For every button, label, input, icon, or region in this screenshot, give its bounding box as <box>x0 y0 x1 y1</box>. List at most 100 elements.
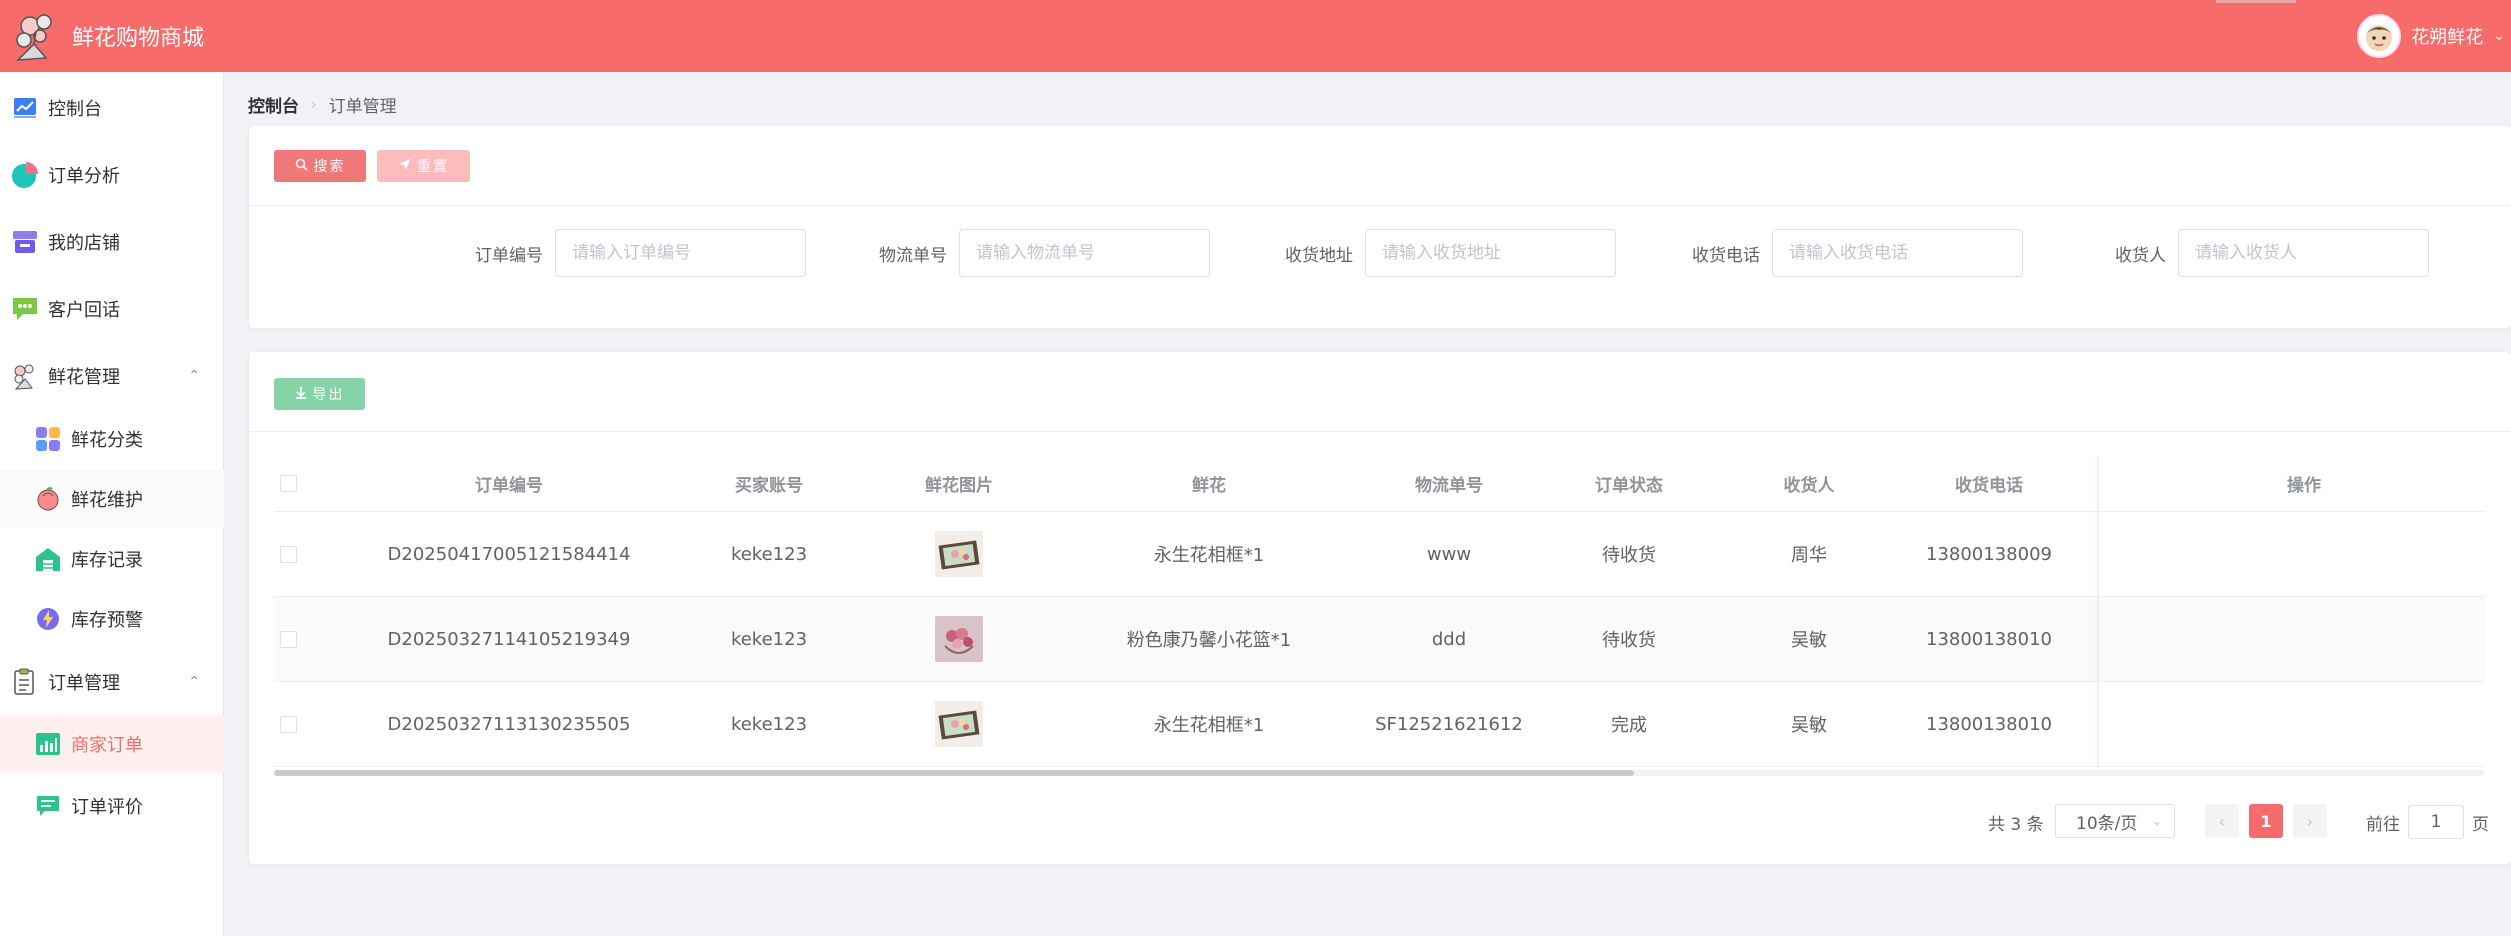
pie-chart-icon <box>10 160 40 190</box>
export-button-label: 导出 <box>312 386 345 402</box>
filter-label: 收货地址 <box>1285 245 1353 266</box>
next-page-button[interactable]: › <box>2293 804 2327 838</box>
sidebar-item-label: 客户回话 <box>48 300 120 321</box>
goto-page-input[interactable] <box>2408 805 2464 839</box>
buyer-cell: keke123 <box>730 628 808 650</box>
image-cell <box>859 597 1059 681</box>
avatar[interactable] <box>2357 14 2402 58</box>
download-icon <box>295 386 307 402</box>
chevron-down-icon[interactable]: ⌄ <box>2493 28 2505 44</box>
chevron-up-icon: ⌃ <box>188 368 200 384</box>
sidebar-item-label: 控制台 <box>48 99 102 120</box>
frame-bouquet-image[interactable] <box>935 701 983 747</box>
order-no-cell: D2025041700512158441​4 <box>387 543 631 565</box>
tracking-cell: SF12521621612 <box>1375 713 1523 735</box>
phone-input[interactable] <box>1772 229 2023 277</box>
chevron-right-icon: › <box>2306 811 2314 831</box>
image-cell <box>859 512 1059 596</box>
column-header[interactable]: 订单编号 <box>339 456 679 511</box>
column-header[interactable]: 操作 <box>2124 456 2484 511</box>
sidebar-item-order-management[interactable]: 订单管理 ⌃ <box>0 653 224 711</box>
table-row[interactable]: D2025041700512158441​4 keke123 永生花相框*1 w… <box>274 512 2485 597</box>
bar-chart-icon <box>33 729 63 759</box>
column-header[interactable]: 鲜花图片 <box>859 456 1059 511</box>
filter-tracking-no: 物流单号 <box>861 229 1210 277</box>
app-title: 鲜花购物商城 <box>72 26 205 51</box>
receiver-input[interactable] <box>2178 229 2429 277</box>
pink-basket-image[interactable] <box>935 616 983 662</box>
clipboard-icon <box>10 667 40 697</box>
flower-cell: 永生花相框*1 <box>1153 545 1265 566</box>
filter-label: 收货电话 <box>1692 245 1760 266</box>
status-cell: 完成 <box>1611 715 1647 736</box>
table-row[interactable]: D20250327114105219349 keke123 粉色康乃馨小花篮*1… <box>274 597 2485 682</box>
row-checkbox[interactable] <box>279 630 297 648</box>
filter-receiver: 收货人 <box>2080 229 2429 277</box>
row-select-cell <box>274 682 302 766</box>
breadcrumb-root[interactable]: 控制台 <box>248 92 299 117</box>
phone-cell: 13800138009 <box>1926 543 2052 565</box>
reset-button-label: 重置 <box>417 158 449 174</box>
sidebar-item-flower-maintenance[interactable]: 鲜花维护 <box>0 470 224 528</box>
page-number-button[interactable]: 1 <box>2249 804 2283 838</box>
column-header[interactable]: 订单状态 <box>1539 456 1719 511</box>
select-all-cell <box>274 456 302 511</box>
column-header[interactable]: 物流单号 <box>1359 456 1539 511</box>
buyer-cell: keke123 <box>730 543 808 565</box>
phone-cell: 13800138010 <box>1926 713 2052 735</box>
filter-phone: 收货电话 <box>1674 229 2023 277</box>
sidebar-item-flower-category[interactable]: 鲜花分类 <box>0 410 224 468</box>
flower-logo-icon <box>0 0 72 72</box>
fixed-column-divider <box>2097 456 2099 768</box>
tracking-no-input[interactable] <box>959 229 1210 277</box>
sidebar-item-inventory-alert[interactable]: 库存预警 <box>0 590 224 648</box>
sidebar-item-customer-chat[interactable]: 客户回话 <box>0 280 224 338</box>
sidebar-item-label: 鲜花分类 <box>71 430 143 451</box>
row-checkbox[interactable] <box>279 715 297 733</box>
sidebar-item-order-analysis[interactable]: 订单分析 <box>0 146 224 204</box>
filter-label: 物流单号 <box>879 245 947 266</box>
page-size-value: 10条/页 <box>2076 813 2138 834</box>
column-header[interactable]: 收货人 <box>1719 456 1899 511</box>
order-no-input[interactable] <box>555 229 806 277</box>
status-cell: 待收货 <box>1602 630 1656 651</box>
sidebar-item-inventory-record[interactable]: 库存记录 <box>0 530 224 588</box>
address-input[interactable] <box>1365 229 1616 277</box>
row-checkbox[interactable] <box>279 545 297 563</box>
column-header[interactable]: 鲜花 <box>1059 456 1359 511</box>
sidebar-item-label: 库存预警 <box>71 610 143 631</box>
order-no-cell: D20250327113130235505 <box>387 713 631 735</box>
row-select-cell <box>274 597 302 681</box>
user-menu[interactable]: 花朔鲜花 ⌄ <box>2357 0 2511 72</box>
status-cell: 待收货 <box>1602 545 1656 566</box>
horizontal-scrollbar-thumb[interactable] <box>274 770 1634 776</box>
prev-page-button[interactable]: ‹ <box>2205 804 2239 838</box>
search-button-label: 搜索 <box>313 158 346 174</box>
frame-bouquet-image[interactable] <box>935 531 983 577</box>
goto-suffix: 页 <box>2472 814 2489 835</box>
sidebar-item-my-store[interactable]: 我的店铺 <box>0 213 224 271</box>
search-card: 搜索 重置 订单编号 物流单号 收货地址 收货电话 收货人 <box>249 126 2511 328</box>
sidebar-item-dashboard[interactable]: 控制台 <box>0 79 224 137</box>
goto-prefix: 前往 <box>2366 814 2400 835</box>
lightning-icon <box>33 604 63 634</box>
page-size-select[interactable]: 10条/页 ⌄ <box>2055 804 2175 838</box>
receiver-cell: 周华 <box>1791 545 1827 566</box>
search-button[interactable]: 搜索 <box>274 150 366 182</box>
user-name[interactable]: 花朔鲜花 <box>2411 23 2483 49</box>
sidebar-item-merchant-orders[interactable]: 商家订单 <box>0 715 224 773</box>
table-row[interactable]: D20250327113130235505 keke123 永生花相框*1 SF… <box>274 682 2485 767</box>
peach-flower-icon <box>33 484 63 514</box>
sidebar-item-flower-management[interactable]: 鲜花管理 ⌃ <box>0 347 224 405</box>
export-button[interactable]: 导出 <box>274 378 365 410</box>
column-header[interactable]: 买家账号 <box>679 456 859 511</box>
reset-button[interactable]: 重置 <box>377 150 470 182</box>
receiver-cell: 吴敏 <box>1791 715 1827 736</box>
flower-cell: 粉色康乃馨小花篮*1 <box>1126 630 1292 651</box>
image-cell <box>859 682 1059 766</box>
warehouse-icon <box>33 544 63 574</box>
sidebar-item-order-reviews[interactable]: 订单评价 <box>0 777 224 835</box>
select-all-checkbox[interactable] <box>279 475 297 492</box>
column-header[interactable]: 收货电话 <box>1899 456 2079 511</box>
sidebar-item-label: 订单分析 <box>48 166 120 187</box>
